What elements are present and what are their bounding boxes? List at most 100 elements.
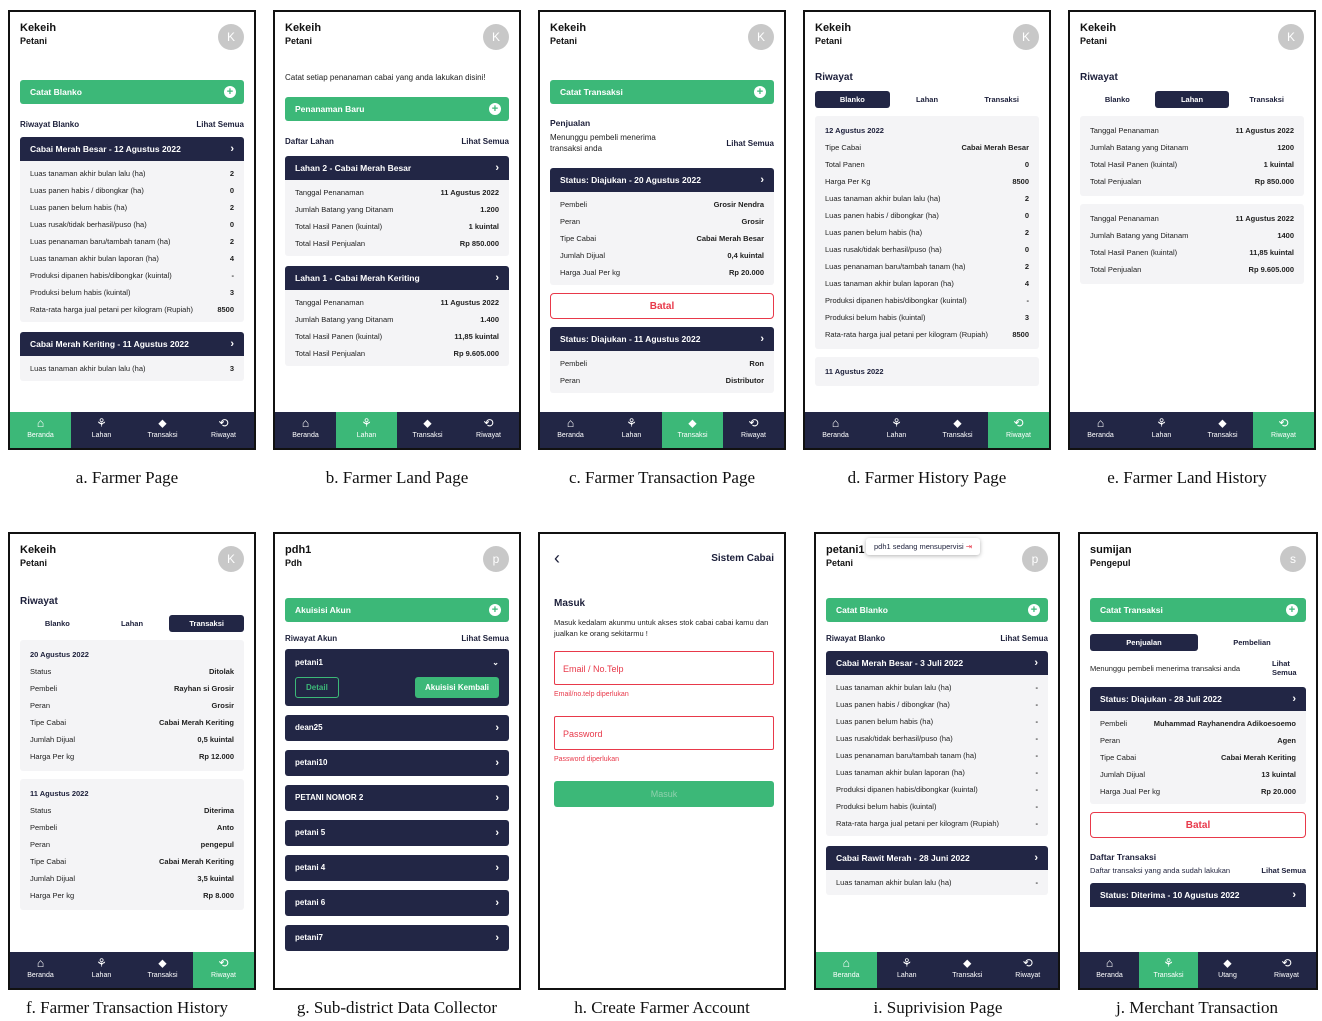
nav-item[interactable]: ⚘ Lahan [336, 412, 397, 448]
account-item[interactable]: petani 6 › [285, 890, 509, 916]
row-label: Pembeli [1100, 719, 1128, 728]
intro-text: Catat setiap penanaman cabai yang anda l… [285, 73, 486, 82]
land-card-header[interactable]: Lahan 2 - Cabai Merah Besar › [285, 156, 509, 180]
acquire-account-button[interactable]: Akuisisi Akun + [285, 598, 509, 622]
tab[interactable]: Penjualan [1090, 634, 1198, 651]
avatar[interactable]: K [483, 24, 509, 50]
avatar[interactable]: K [748, 24, 774, 50]
transaction-header[interactable]: Status: Diajukan - 11 Agustus 2022 › [550, 327, 774, 351]
row-value: Grosir [741, 217, 764, 226]
avatar[interactable]: p [483, 546, 509, 572]
nav-item[interactable]: ⟲ Riwayat [193, 412, 254, 448]
catat-transaksi-button[interactable]: Catat Transaksi + [550, 80, 774, 104]
cancel-button[interactable]: Batal [1090, 812, 1306, 838]
back-arrow-icon[interactable]: ‹ [554, 548, 560, 569]
avatar[interactable]: p [1022, 546, 1048, 572]
nav-item[interactable]: ⌂ Beranda [540, 412, 601, 448]
transaction-header[interactable]: Status: Diajukan - 28 Juli 2022 › [1090, 687, 1306, 711]
nav-item[interactable]: ⌂ Beranda [1080, 952, 1139, 988]
catat-blanko-button[interactable]: Catat Blanko + [20, 80, 244, 104]
account-item[interactable]: petani 5 › [285, 820, 509, 846]
tab[interactable]: Blanko [815, 91, 890, 108]
nav-item[interactable]: ⌂ Beranda [816, 952, 877, 988]
avatar[interactable]: K [218, 546, 244, 572]
account-item[interactable]: petani10 › [285, 750, 509, 776]
see-all-link[interactable]: Lihat Semua [196, 120, 244, 129]
nav-item[interactable]: ⌂ Beranda [275, 412, 336, 448]
avatar[interactable]: K [218, 24, 244, 50]
nav-item[interactable]: ⌂ Beranda [805, 412, 866, 448]
tab[interactable]: Blanko [1080, 91, 1155, 108]
tab[interactable]: Lahan [890, 91, 965, 108]
avatar[interactable]: K [1278, 24, 1304, 50]
tab[interactable]: Pembelian [1198, 634, 1306, 651]
nav-item[interactable]: ⟲ Riwayat [193, 952, 254, 988]
nav-item[interactable]: ⟲ Riwayat [988, 412, 1049, 448]
account-item[interactable]: petani 4 › [285, 855, 509, 881]
see-all-link[interactable]: Lihat Semua [461, 634, 509, 643]
nav-item[interactable]: ⟲ Riwayat [723, 412, 784, 448]
transaction-icon: ⬥ [158, 416, 167, 430]
tab[interactable]: Blanko [20, 615, 95, 632]
blanko-card-header[interactable]: Cabai Merah Besar - 12 Agustus 2022 › [20, 137, 244, 161]
blanko-card-header[interactable]: Cabai Merah Besar - 3 Juli 2022 › [826, 651, 1048, 675]
table-row: Total Panen 0 [825, 156, 1029, 173]
tab[interactable]: Transaksi [964, 91, 1039, 108]
tab[interactable]: Lahan [1154, 91, 1230, 108]
nav-item[interactable]: ⟲ Riwayat [458, 412, 519, 448]
see-all-link[interactable]: Lihat Semua [1261, 866, 1306, 875]
nav-item[interactable]: ⚘ Lahan [877, 952, 938, 988]
nav-item[interactable]: ⬥ Transaksi [132, 952, 193, 988]
blanko-card-header[interactable]: Cabai Rawit Merah - 28 Juni 2022 › [826, 846, 1048, 870]
plus-icon: + [754, 86, 766, 98]
nav-item[interactable]: ⌂ Beranda [1070, 412, 1131, 448]
nav-item[interactable]: ⬥ Transaksi [662, 412, 723, 448]
see-all-link[interactable]: Lihat Semua [726, 139, 774, 148]
catat-transaksi-button[interactable]: Catat Transaksi + [1090, 598, 1306, 622]
transaction-header[interactable]: Status: Diajukan - 20 Agustus 2022 › [550, 168, 774, 192]
nav-item[interactable]: ⚘ Transaksi [1139, 952, 1198, 988]
new-planting-button[interactable]: Penanaman Baru + [285, 97, 509, 121]
nav-item[interactable]: ⌂ Beranda [10, 412, 71, 448]
nav-item[interactable]: ⬥ Transaksi [397, 412, 458, 448]
nav-item[interactable]: ⚘ Lahan [866, 412, 927, 448]
cancel-button[interactable]: Batal [550, 293, 774, 319]
nav-item[interactable]: ⟲ Riwayat [1257, 952, 1316, 988]
catat-blanko-button[interactable]: Catat Blanko + [826, 598, 1048, 622]
detail-button[interactable]: Detail [295, 677, 339, 698]
account-item[interactable]: PETANI NOMOR 2 › [285, 785, 509, 811]
tab[interactable]: Transaksi [1229, 91, 1304, 108]
email-field[interactable]: Email / No.Telp [554, 651, 774, 685]
nav-item[interactable]: ⟲ Riwayat [998, 952, 1059, 988]
reacquire-button[interactable]: Akuisisi Kembali [414, 677, 499, 698]
see-all-link[interactable]: Lihat Semua [1272, 659, 1306, 677]
land-card-header[interactable]: Lahan 1 - Cabai Merah Keriting › [285, 266, 509, 290]
nav-item[interactable]: ⬥ Transaksi [927, 412, 988, 448]
nav-item[interactable]: ⚘ Lahan [601, 412, 662, 448]
nav-item[interactable]: ⬥ Transaksi [1192, 412, 1253, 448]
avatar[interactable]: K [1013, 24, 1039, 50]
nav-item[interactable]: ⚘ Lahan [1131, 412, 1192, 448]
transaction-header[interactable]: Status: Diterima - 10 Agustus 2022 › [1090, 883, 1306, 907]
nav-item[interactable]: ⌂ Beranda [10, 952, 71, 988]
account-item[interactable]: dean25 › [285, 715, 509, 741]
exit-icon[interactable]: ⇥ [966, 542, 972, 551]
nav-item[interactable]: ⬥ Transaksi [937, 952, 998, 988]
table-row: Rata-rata harga jual petani per kilogram… [825, 326, 1029, 343]
see-all-link[interactable]: Lihat Semua [461, 137, 509, 146]
nav-item[interactable]: ⬥ Utang [1198, 952, 1257, 988]
blanko-card-header[interactable]: Cabai Merah Keriting - 11 Agustus 2022 › [20, 332, 244, 356]
account-item[interactable]: petani7 › [285, 925, 509, 951]
tab[interactable]: Transaksi [169, 615, 244, 632]
table-row: Luas tanaman akhir bulan laporan (ha) 4 [825, 275, 1029, 292]
nav-item[interactable]: ⬥ Transaksi [132, 412, 193, 448]
see-all-link[interactable]: Lihat Semua [1000, 634, 1048, 643]
tab[interactable]: Lahan [95, 615, 170, 632]
nav-item[interactable]: ⚘ Lahan [71, 412, 132, 448]
login-button[interactable]: Masuk [554, 781, 774, 807]
account-expanded[interactable]: petani1 ⌄ Detail Akuisisi Kembali [285, 649, 509, 706]
nav-item[interactable]: ⟲ Riwayat [1253, 412, 1314, 448]
nav-item[interactable]: ⚘ Lahan [71, 952, 132, 988]
password-field[interactable]: Password [554, 716, 774, 750]
avatar[interactable]: s [1280, 546, 1306, 572]
